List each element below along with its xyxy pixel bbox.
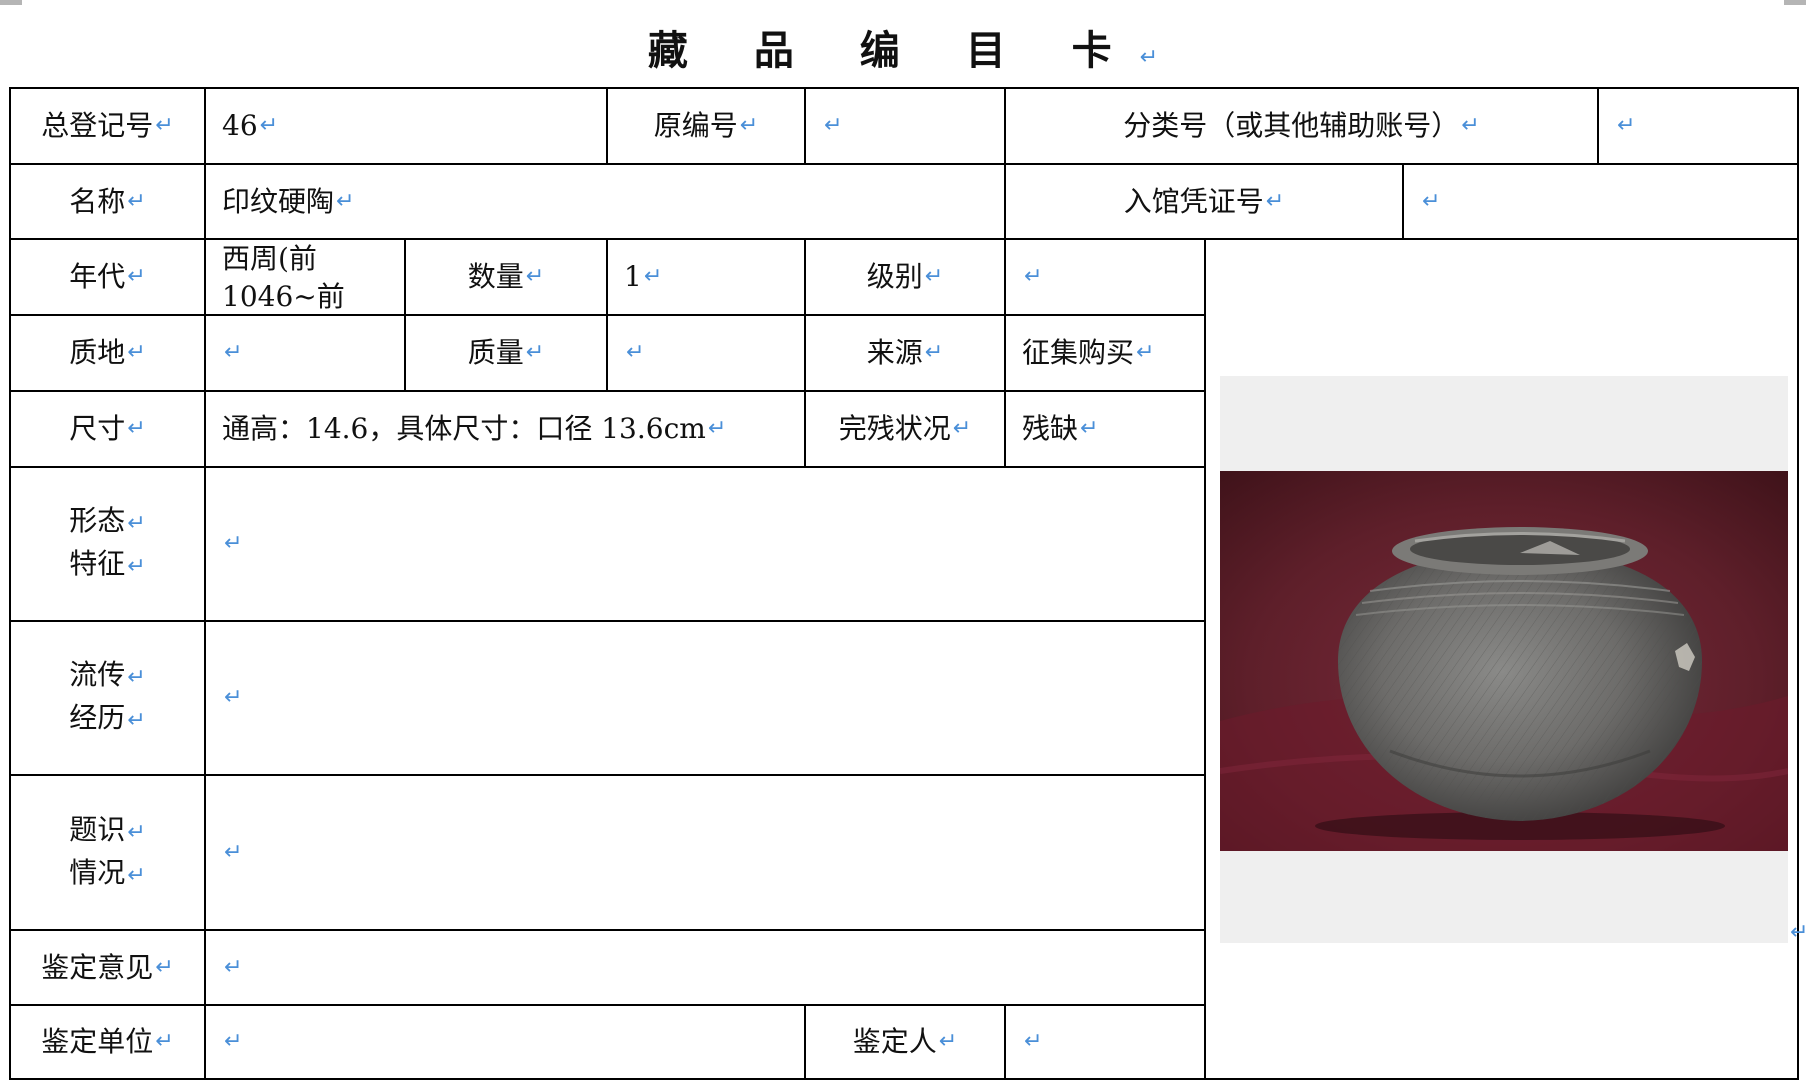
condition-value[interactable]: 残缺 ↵ (1006, 392, 1204, 466)
inscription-label: 题识↵ 情况↵ (69, 812, 146, 889)
entry-voucher-value[interactable]: ↵ (1404, 165, 1797, 238)
appraisal-unit-label: 鉴定单位 ↵ (41, 1025, 174, 1058)
source-value[interactable]: 征集购买 ↵ (1006, 316, 1204, 390)
opinion-value[interactable]: ↵ (206, 931, 1204, 1004)
size-value[interactable]: 通高：14.6，具体尺寸：口径 13.6cm ↵ (206, 392, 804, 466)
grade-value[interactable]: ↵ (1006, 240, 1204, 314)
material-label: 质地 ↵ (69, 336, 146, 369)
quantity-label: 数量 ↵ (467, 260, 545, 293)
registration-label: 总登记号 ↵ (41, 109, 174, 142)
condition-label: 完残状况 ↵ (838, 412, 972, 445)
artifact-photo (1220, 376, 1788, 943)
mass-value[interactable]: ↵ (608, 316, 804, 390)
era-value[interactable]: 西周(前 1046~前 771)↵ (206, 240, 404, 314)
appraiser-value[interactable]: ↵ (1006, 1006, 1204, 1078)
grade-label: 级别 ↵ (866, 260, 944, 293)
name-label: 名称 ↵ (69, 184, 146, 218)
material-value[interactable]: ↵ (206, 316, 404, 390)
page-title: 藏 品 编 目 卡↵ (647, 28, 1159, 74)
quantity-value[interactable]: 1 ↵ (608, 240, 804, 314)
mass-label: 质量 ↵ (467, 336, 545, 369)
era-value-line1: 西周(前 (222, 242, 317, 275)
appraiser-label: 鉴定人 ↵ (852, 1025, 958, 1058)
name-value[interactable]: 印纹硬陶 ↵ (206, 165, 1004, 238)
window-corner-left (0, 0, 22, 5)
original-number-value[interactable]: ↵ (806, 89, 1004, 163)
pottery-jar-image (1220, 471, 1788, 851)
source-label: 来源 ↵ (866, 336, 944, 369)
era-label: 年代 ↵ (69, 260, 146, 293)
window-corner-right (1784, 0, 1806, 5)
entry-voucher-label: 入馆凭证号 ↵ (1123, 184, 1285, 218)
opinion-label: 鉴定意见 ↵ (41, 950, 174, 984)
form-value[interactable]: ↵ (206, 468, 1204, 620)
classification-label: 分类号（或其他辅助账号） ↵ (1123, 109, 1480, 142)
registration-value[interactable]: 46 ↵ (206, 89, 606, 163)
classification-value[interactable]: ↵ (1599, 89, 1797, 163)
size-label: 尺寸 ↵ (69, 412, 146, 445)
era-value-line2: 1046~前 771)↵ (222, 280, 345, 313)
provenance-label: 流传↵ 经历↵ (69, 658, 146, 734)
original-number-label: 原编号 ↵ (653, 109, 759, 142)
inscription-value[interactable]: ↵ (206, 776, 1204, 929)
form-label: 形态↵ 特征↵ (69, 504, 146, 580)
appraisal-unit-value[interactable]: ↵ (206, 1006, 804, 1078)
provenance-value[interactable]: ↵ (206, 622, 1204, 774)
paragraph-mark: ↵ (1790, 920, 1806, 945)
